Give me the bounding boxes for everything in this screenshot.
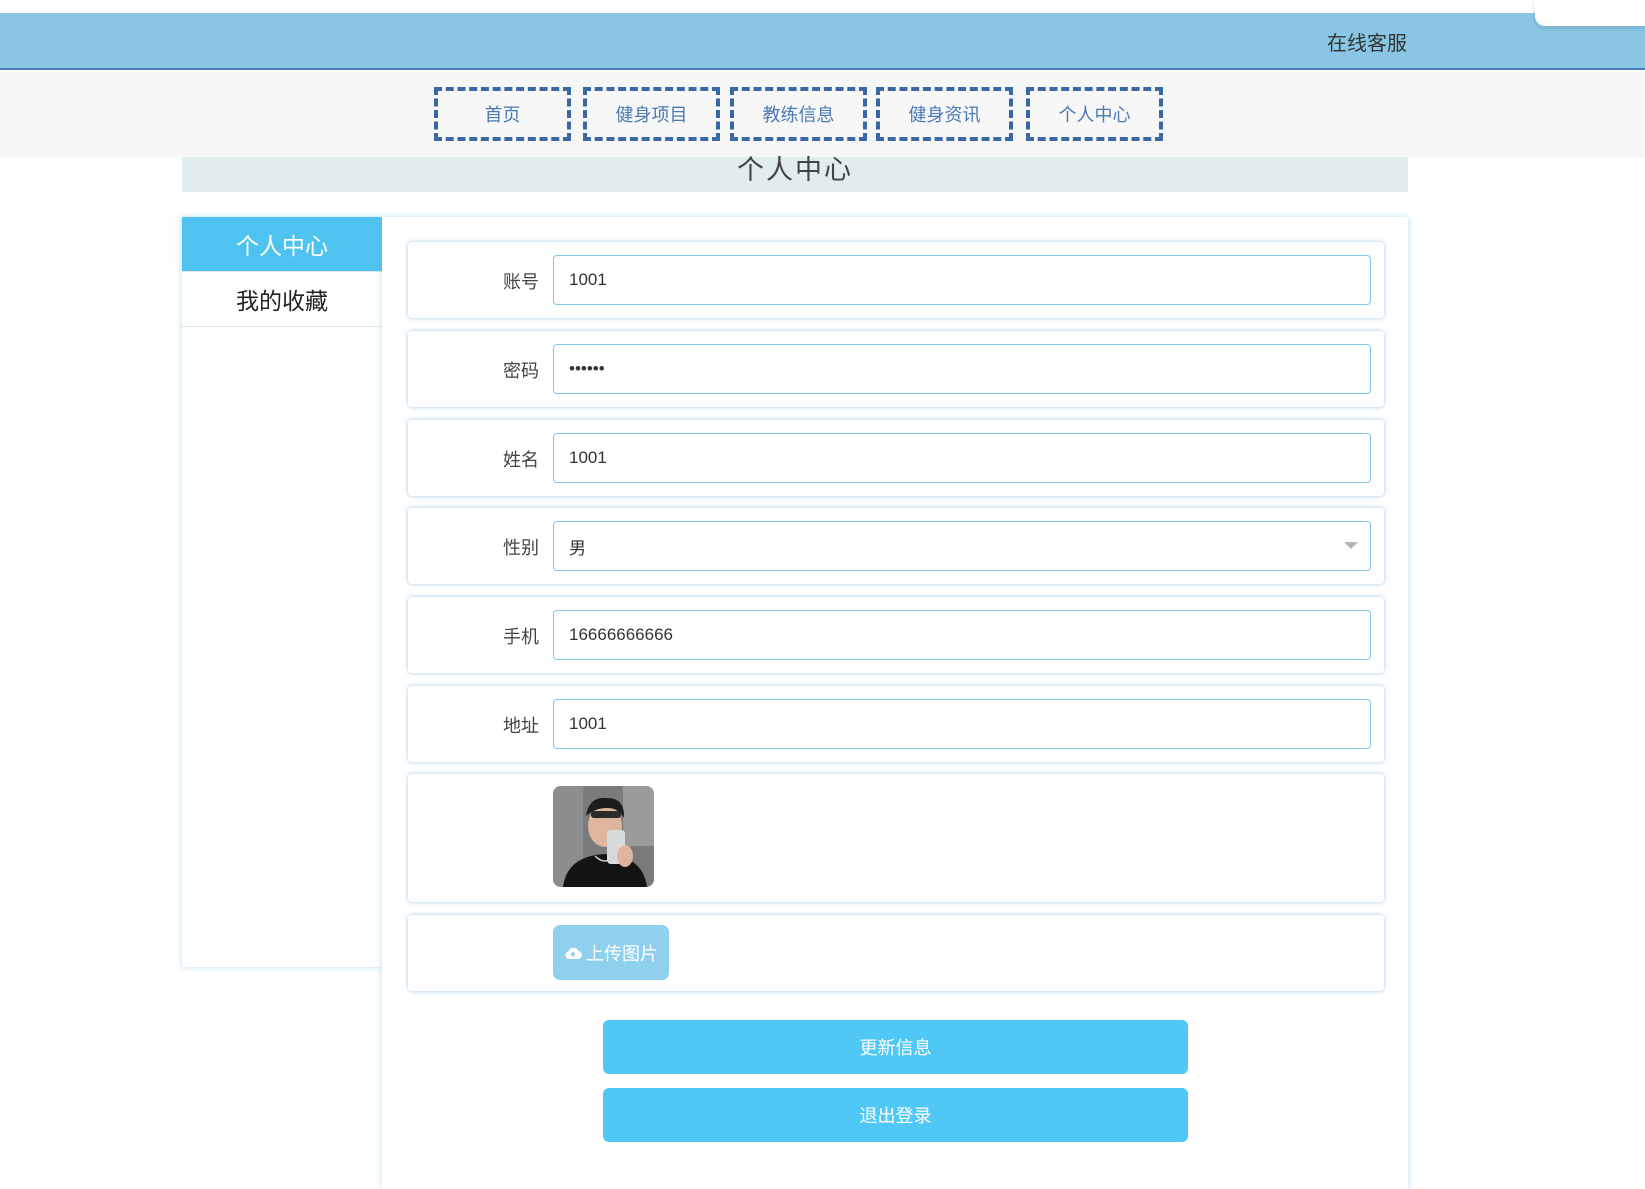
- form-row-upload: 上传图片: [408, 915, 1384, 991]
- form-row-account: 账号 1001: [408, 242, 1384, 318]
- form-row-avatar: [408, 774, 1384, 902]
- address-input[interactable]: 1001: [553, 699, 1371, 749]
- phone-input[interactable]: 16666666666: [553, 610, 1371, 660]
- nav-item-fitness-news[interactable]: 健身资讯: [876, 87, 1013, 141]
- upload-image-label: 上传图片: [586, 943, 658, 965]
- form-row-gender: 性别 男: [408, 508, 1384, 584]
- form-row-name: 姓名 1001: [408, 420, 1384, 496]
- form-row-address: 地址 1001: [408, 686, 1384, 762]
- form-row-password: 密码 ••••••: [408, 331, 1384, 407]
- form-row-phone: 手机 16666666666: [408, 597, 1384, 673]
- avatar-photo-icon: [553, 786, 654, 887]
- upload-image-button[interactable]: 上传图片: [553, 925, 669, 980]
- name-input[interactable]: 1001: [553, 433, 1371, 483]
- sidebar: 个人中心 我的收藏: [182, 217, 382, 967]
- account-input[interactable]: 1001: [553, 255, 1371, 305]
- password-input[interactable]: ••••••: [553, 344, 1371, 394]
- corner-popup-panel: [1535, 0, 1645, 26]
- update-info-button[interactable]: 更新信息: [603, 1020, 1188, 1074]
- sidebar-item-favorites[interactable]: 我的收藏: [182, 272, 382, 327]
- account-label: 账号: [503, 272, 539, 293]
- nav-item-personal-center[interactable]: 个人中心: [1026, 87, 1163, 141]
- main-nav: 首页 健身项目 教练信息 健身资讯 个人中心: [0, 72, 1645, 157]
- nav-item-fitness-projects[interactable]: 健身项目: [583, 87, 720, 141]
- gender-select-value: 男: [569, 538, 586, 558]
- nav-item-coach-info[interactable]: 教练信息: [730, 87, 867, 141]
- page-title-bar: 个人中心: [182, 155, 1408, 192]
- profile-form-panel: 账号 1001 密码 •••••• 姓名 1001 性别 男 手机 166666…: [382, 217, 1408, 1189]
- page-title: 个人中心: [737, 155, 853, 186]
- gender-label: 性别: [503, 538, 539, 559]
- sidebar-item-personal-center[interactable]: 个人中心: [182, 217, 382, 272]
- address-label: 地址: [503, 716, 539, 737]
- avatar: [553, 786, 654, 887]
- password-label: 密码: [503, 361, 539, 382]
- nav-item-home[interactable]: 首页: [434, 87, 571, 141]
- online-service-link[interactable]: 在线客服: [1327, 27, 1407, 56]
- phone-label: 手机: [503, 627, 539, 648]
- top-header-bar: 在线客服: [0, 13, 1645, 70]
- chevron-down-icon: [1344, 542, 1358, 549]
- cloud-upload-icon: [565, 947, 582, 959]
- gender-select[interactable]: 男: [553, 521, 1371, 571]
- logout-button[interactable]: 退出登录: [603, 1088, 1188, 1142]
- name-label: 姓名: [503, 450, 539, 471]
